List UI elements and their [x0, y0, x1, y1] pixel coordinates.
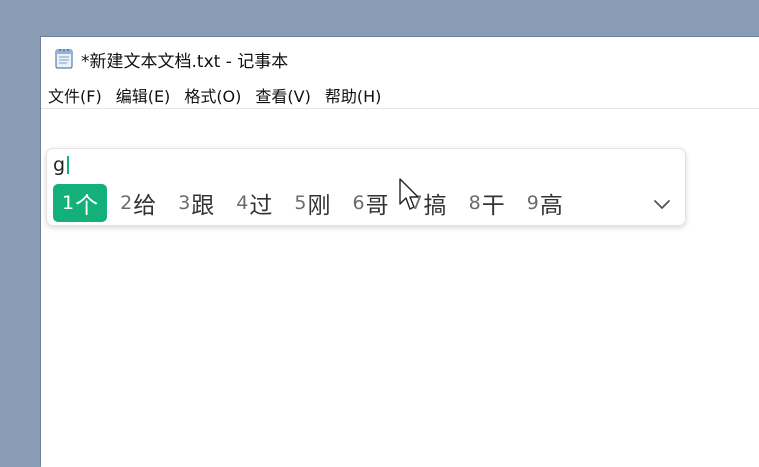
candidate-1[interactable]: 1 个	[53, 184, 108, 222]
candidate-word: 搞	[423, 193, 447, 219]
candidate-word: 干	[481, 193, 505, 219]
mouse-pointer-icon	[399, 178, 419, 210]
candidate-word: 个	[75, 193, 99, 219]
candidate-4[interactable]: 4 过	[227, 184, 281, 222]
candidate-word: 过	[249, 193, 273, 219]
candidate-3[interactable]: 3 跟	[169, 184, 223, 222]
notepad-icon	[55, 48, 73, 69]
menu-format[interactable]: 格式(O)	[184, 83, 241, 107]
candidate-word: 高	[539, 193, 563, 219]
menu-file[interactable]: 文件(F)	[48, 83, 102, 107]
menu-edit[interactable]: 编辑(E)	[116, 83, 171, 107]
title-bar[interactable]: *新建文本文档.txt - 记事本	[41, 37, 759, 81]
candidate-number: 3	[178, 192, 191, 214]
candidate-word: 哥	[365, 193, 389, 219]
ime-candidate-list: 1 个 2 给 3 跟 4 过 5 刚 6 哥 7 搞 8 干 9 高	[53, 184, 576, 222]
candidate-number: 6	[352, 192, 365, 214]
menu-view[interactable]: 查看(V)	[255, 83, 310, 107]
candidate-number: 9	[526, 192, 539, 214]
notepad-window: *新建文本文档.txt - 记事本 文件(F) 编辑(E) 格式(O) 查看(V…	[40, 36, 759, 467]
menu-help[interactable]: 帮助(H)	[325, 83, 382, 107]
candidate-word: 跟	[191, 193, 215, 219]
ime-caret	[67, 156, 70, 174]
candidate-number: 1	[62, 192, 75, 214]
menu-bar: 文件(F) 编辑(E) 格式(O) 查看(V) 帮助(H)	[41, 81, 759, 109]
candidate-8[interactable]: 8 干	[460, 184, 514, 222]
candidate-number: 8	[468, 192, 481, 214]
chevron-down-icon[interactable]	[651, 193, 673, 215]
candidate-number: 4	[236, 192, 249, 214]
candidate-word: 刚	[307, 193, 331, 219]
ime-candidate-window: g 1 个 2 给 3 跟 4 过 5 刚 6 哥 7 搞 8 干 9 高	[46, 148, 686, 226]
candidate-2[interactable]: 2 给	[111, 184, 165, 222]
candidate-number: 5	[294, 192, 307, 214]
candidate-6[interactable]: 6 哥	[343, 184, 397, 222]
window-title: *新建文本文档.txt - 记事本	[81, 52, 289, 72]
candidate-5[interactable]: 5 刚	[285, 184, 339, 222]
ime-composition-string: g	[53, 154, 70, 176]
candidate-9[interactable]: 9 高	[518, 184, 572, 222]
candidate-word: 给	[133, 193, 157, 219]
candidate-number: 2	[120, 192, 133, 214]
ime-composition-text: g	[53, 154, 66, 176]
